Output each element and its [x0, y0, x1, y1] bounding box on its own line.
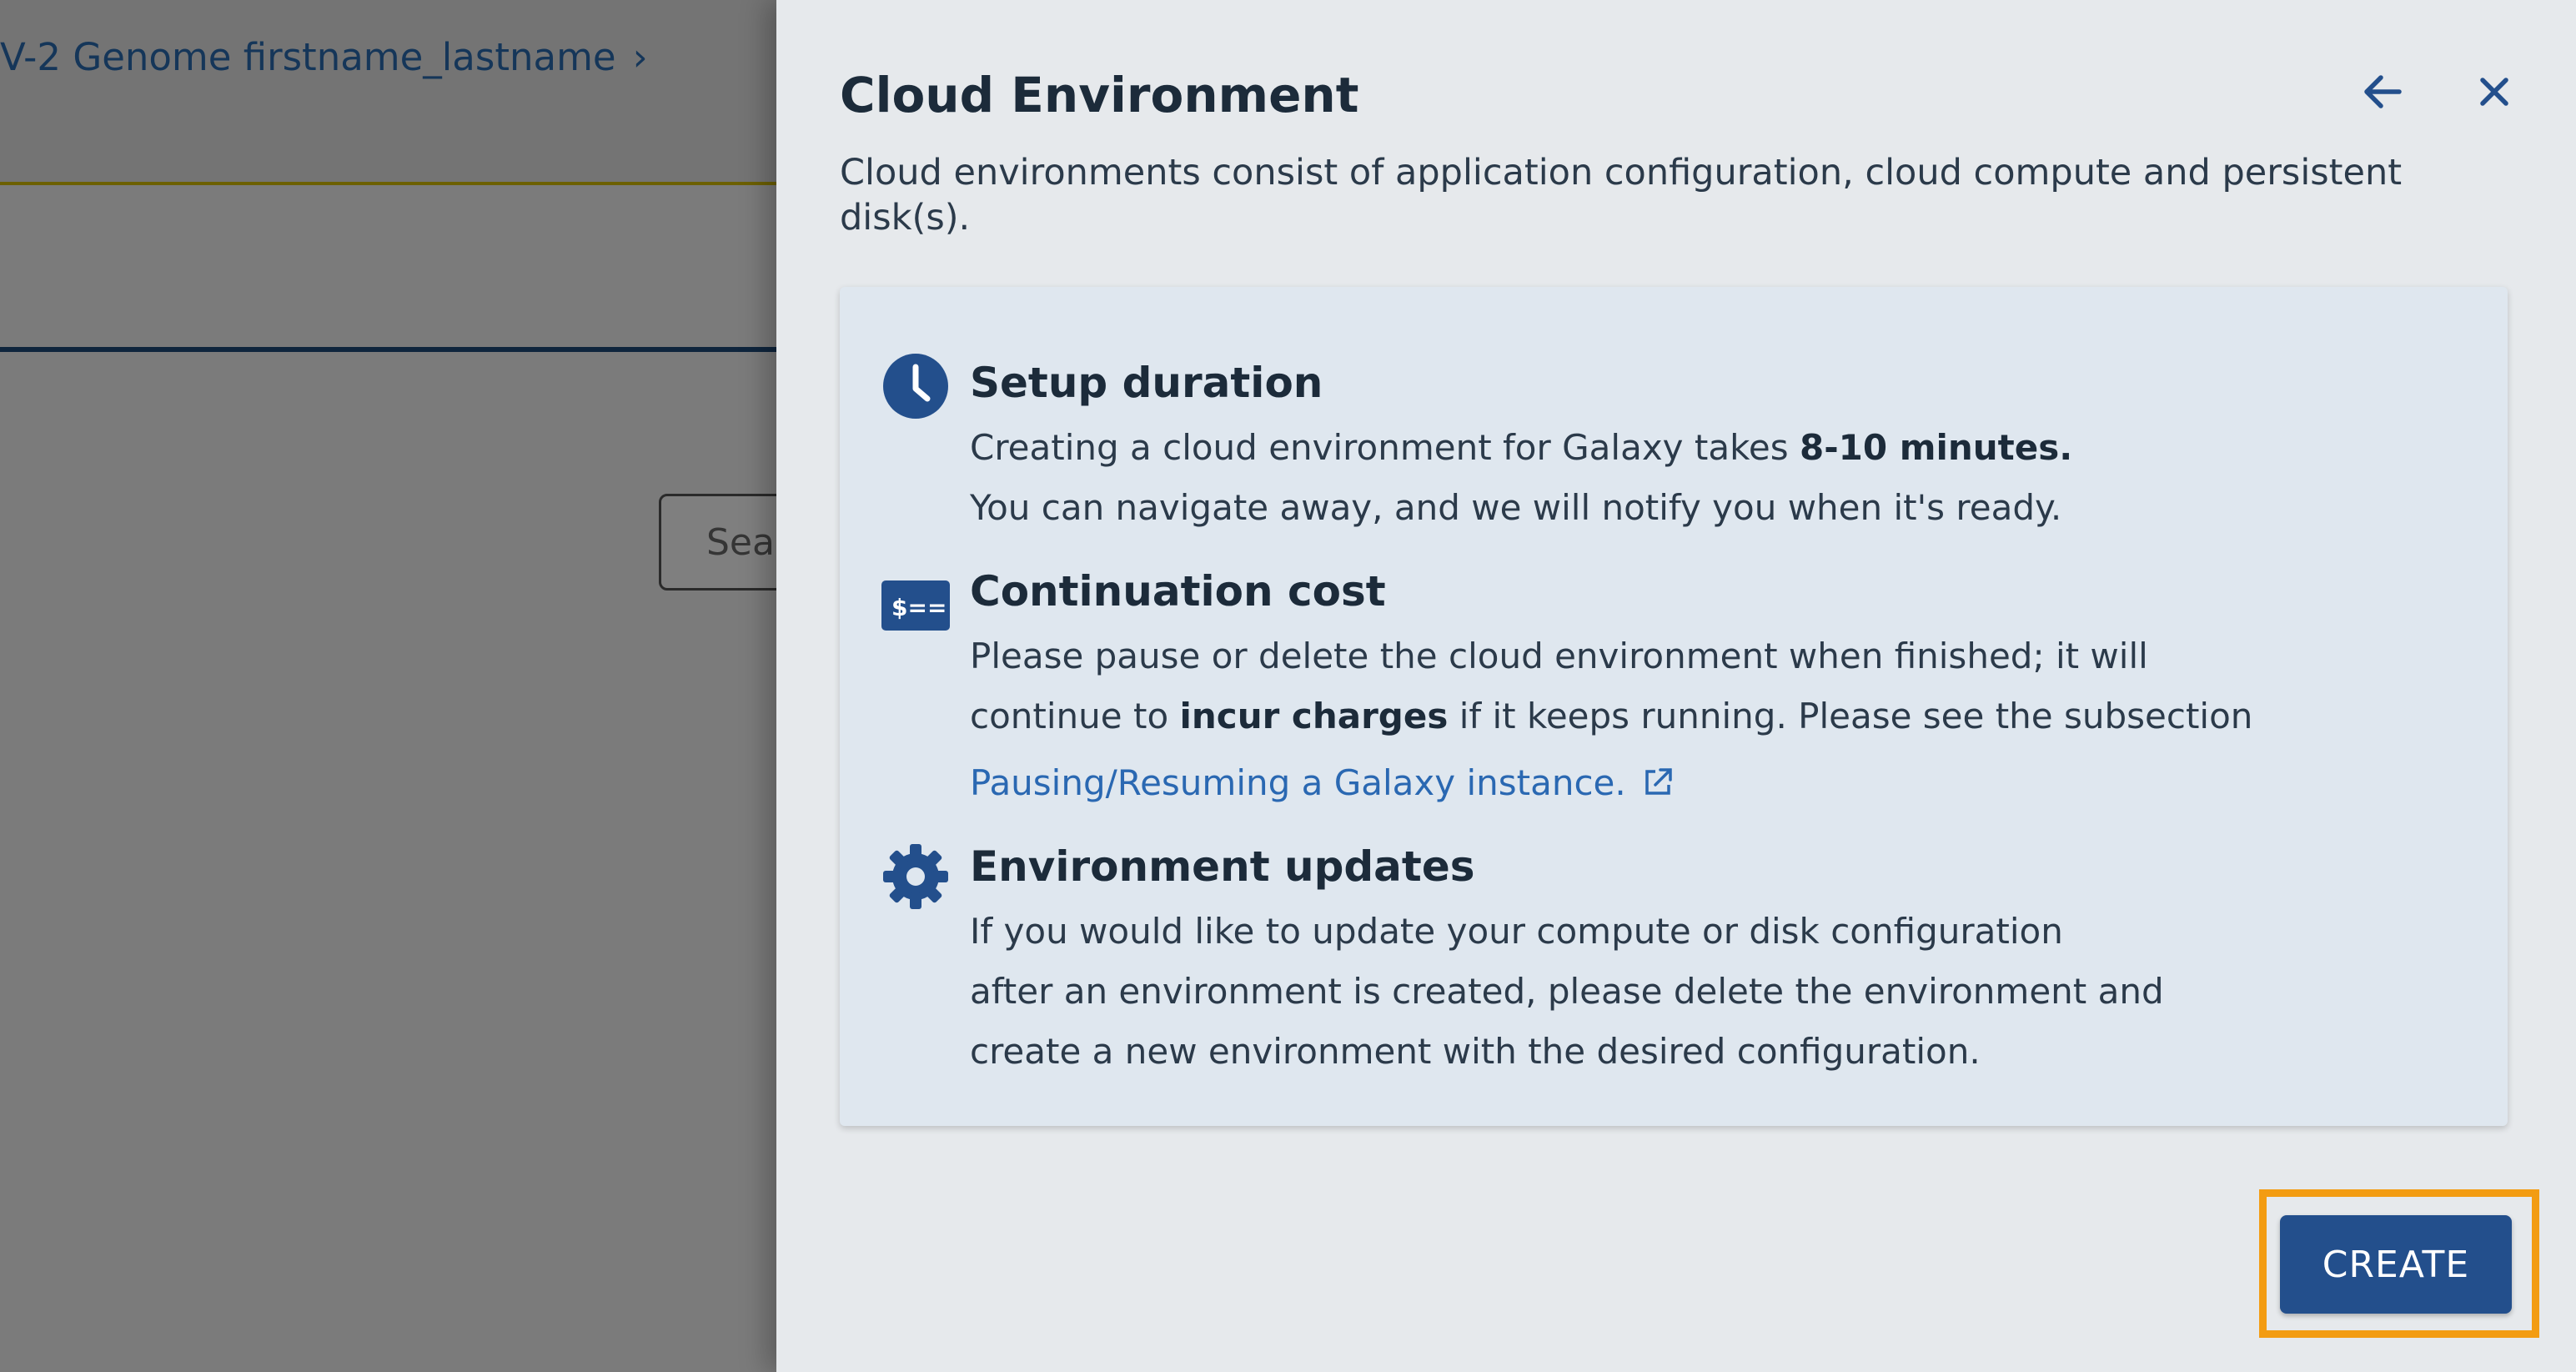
continuation-cost-text: continue to: [970, 696, 1180, 736]
setup-duration-text-line-1: Creating a cloud environment for Galaxy …: [970, 427, 2072, 468]
create-button[interactable]: CREATE: [2280, 1215, 2512, 1314]
setup-duration-text: Creating a cloud environment for Galaxy …: [970, 427, 1800, 468]
setup-duration-text-line-2: You can navigate away, and we will notif…: [970, 487, 2062, 528]
setup-duration-value: 8-10 minutes.: [1799, 427, 2073, 468]
continuation-cost-text-line-2: continue to incur charges if it keeps ru…: [970, 696, 2252, 736]
screen: V-2 Genome firstname_lastname› Sea Cloud…: [0, 0, 2576, 1372]
environment-updates-text-line-2: after an environment is created, please …: [970, 971, 2164, 1012]
arrow-left-icon: [2364, 75, 2402, 108]
close-button[interactable]: [2469, 67, 2519, 117]
continuation-cost-text-line-1: Please pause or delete the cloud environ…: [970, 636, 2148, 676]
back-button[interactable]: [2358, 67, 2408, 117]
environment-updates-title: Environment updates: [970, 842, 1475, 891]
billing-icon: $==: [881, 572, 950, 641]
info-card: Setup duration Creating a cloud environm…: [840, 287, 2508, 1126]
cloud-environment-panel: Cloud Environment Cloud environments con…: [776, 0, 2576, 1372]
incur-charges-emphasis: incur charges: [1179, 696, 1449, 736]
pausing-resuming-link-row: Pausing/Resuming a Galaxy instance.: [970, 762, 1675, 803]
continuation-cost-text-tail: if it keeps running. Please see the subs…: [1448, 696, 2253, 736]
setup-duration-title: Setup duration: [970, 359, 1323, 407]
modal-overlay[interactable]: [0, 0, 776, 1372]
billing-icon-glyph: $==: [891, 594, 947, 621]
gear-icon: [881, 842, 950, 911]
close-icon: [2480, 78, 2508, 106]
clock-icon: [881, 352, 950, 420]
continuation-cost-title: Continuation cost: [970, 567, 1386, 616]
environment-updates-text-line-3: create a new environment with the desire…: [970, 1031, 1981, 1072]
panel-title: Cloud Environment: [840, 67, 1359, 123]
pausing-resuming-link[interactable]: Pausing/Resuming a Galaxy instance.: [970, 762, 1626, 803]
panel-description: Cloud environments consist of applicatio…: [840, 152, 2403, 239]
environment-updates-text-line-1: If you would like to update your compute…: [970, 911, 2063, 952]
external-link-icon[interactable]: [1640, 765, 1675, 800]
